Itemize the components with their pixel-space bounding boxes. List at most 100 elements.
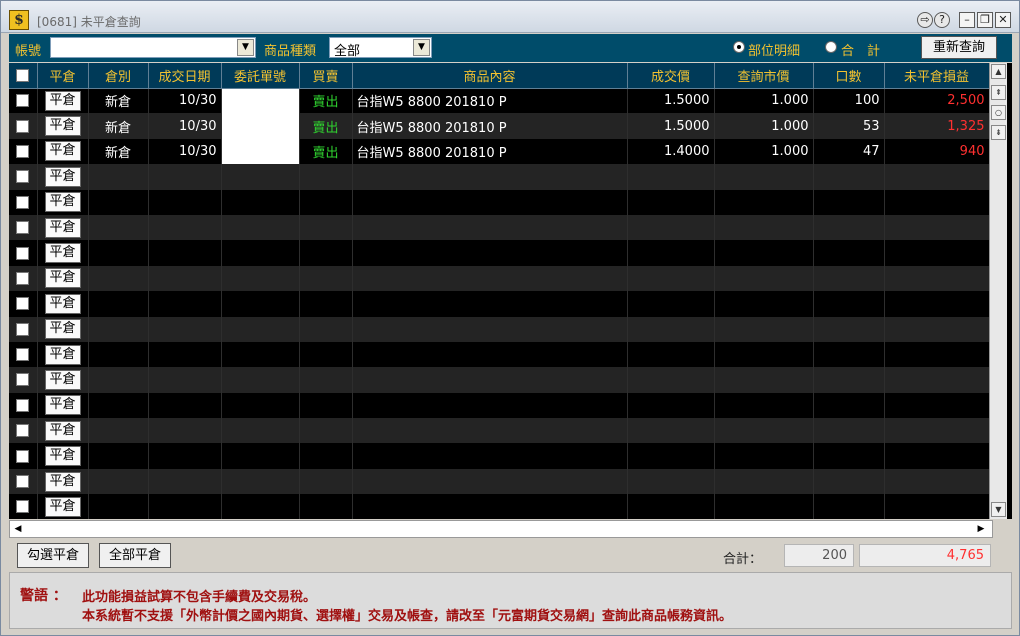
scroll-left-icon[interactable]: ◀ — [11, 522, 25, 536]
vertical-scrollbar[interactable]: ▲ ⇞ ○ ⇟ ▼ — [989, 63, 1007, 519]
close-position-button[interactable]: 平倉 — [44, 369, 81, 390]
page-down-icon[interactable]: ⇟ — [991, 125, 1006, 140]
close-position-button[interactable]: 平倉 — [44, 319, 81, 340]
checkbox-cell[interactable] — [9, 494, 38, 519]
checkbox-cell[interactable] — [9, 392, 38, 419]
cell-product — [352, 189, 628, 215]
close-position-button[interactable]: 平倉 — [44, 268, 81, 289]
close-position-button[interactable]: 平倉 — [44, 395, 81, 416]
close-cell[interactable]: 平倉 — [37, 164, 89, 190]
row-checkbox[interactable] — [16, 322, 30, 336]
close-cell[interactable]: 平倉 — [37, 291, 89, 317]
select-all-checkbox[interactable] — [16, 68, 30, 82]
scroll-home-icon[interactable]: ○ — [991, 105, 1006, 120]
chevron-down-icon[interactable]: ▼ — [237, 39, 254, 56]
close-position-button[interactable]: 平倉 — [44, 471, 81, 492]
close-position-button[interactable]: 平倉 — [44, 90, 81, 111]
maximize-icon[interactable]: ❐ — [977, 12, 993, 28]
checkbox-cell[interactable] — [9, 291, 38, 317]
checkbox-cell[interactable] — [9, 88, 38, 114]
close-cell[interactable]: 平倉 — [37, 189, 89, 215]
table-row: 平倉 — [9, 494, 990, 519]
cell-product — [352, 214, 628, 241]
close-cell[interactable]: 平倉 — [37, 367, 89, 393]
page-up-icon[interactable]: ⇞ — [991, 85, 1006, 100]
checkbox-cell[interactable] — [9, 468, 38, 495]
row-checkbox[interactable] — [16, 271, 30, 285]
export-icon[interactable]: ⇨ — [917, 12, 933, 28]
close-position-button[interactable]: 平倉 — [44, 166, 81, 187]
row-checkbox[interactable] — [16, 373, 30, 387]
scroll-down-icon[interactable]: ▼ — [991, 502, 1006, 517]
row-checkbox[interactable] — [16, 94, 30, 108]
checkbox-cell[interactable] — [9, 443, 38, 469]
close-position-button[interactable]: 平倉 — [44, 420, 81, 441]
select-all-header[interactable] — [9, 63, 38, 89]
refresh-button[interactable]: 重新查詢 — [921, 36, 997, 59]
close-all-button[interactable]: 全部平倉 — [99, 543, 171, 568]
checkbox-cell[interactable] — [9, 138, 38, 165]
radio-total[interactable] — [825, 41, 837, 53]
checkbox-cell[interactable] — [9, 418, 38, 444]
checkbox-cell[interactable] — [9, 265, 38, 292]
checkbox-cell[interactable] — [9, 189, 38, 215]
close-cell[interactable]: 平倉 — [37, 88, 89, 114]
row-checkbox[interactable] — [16, 297, 30, 311]
close-position-button[interactable]: 平倉 — [44, 293, 81, 314]
close-position-button[interactable]: 平倉 — [44, 446, 81, 467]
radio-detail[interactable] — [733, 41, 745, 53]
close-icon[interactable]: ✕ — [995, 12, 1011, 28]
row-checkbox[interactable] — [16, 398, 30, 412]
close-cell[interactable]: 平倉 — [37, 214, 89, 241]
minimize-icon[interactable]: – — [959, 12, 975, 28]
scroll-right-icon[interactable]: ▶ — [974, 522, 988, 536]
product-type-select[interactable]: 全部 ▼ — [329, 37, 432, 59]
checkbox-cell[interactable] — [9, 113, 38, 139]
row-checkbox[interactable] — [16, 221, 30, 235]
row-checkbox[interactable] — [16, 475, 30, 489]
checkbox-cell[interactable] — [9, 164, 38, 190]
col-header: 成交價 — [627, 63, 715, 89]
close-cell[interactable]: 平倉 — [37, 240, 89, 266]
close-position-button[interactable]: 平倉 — [44, 344, 81, 365]
row-checkbox[interactable] — [16, 119, 30, 133]
row-checkbox[interactable] — [16, 170, 30, 184]
close-cell[interactable]: 平倉 — [37, 468, 89, 495]
product-type-value: 全部 — [334, 44, 361, 59]
cell-type — [88, 494, 149, 519]
row-checkbox[interactable] — [16, 500, 30, 514]
close-cell[interactable]: 平倉 — [37, 494, 89, 519]
row-checkbox[interactable] — [16, 246, 30, 260]
close-cell[interactable]: 平倉 — [37, 341, 89, 368]
close-position-button[interactable]: 平倉 — [44, 243, 81, 264]
close-cell[interactable]: 平倉 — [37, 138, 89, 165]
close-position-button[interactable]: 平倉 — [44, 141, 81, 162]
help-icon[interactable]: ? — [934, 12, 950, 28]
row-checkbox[interactable] — [16, 195, 30, 209]
scroll-up-icon[interactable]: ▲ — [991, 64, 1006, 79]
account-select[interactable]: ▼ — [50, 37, 256, 58]
horizontal-scrollbar[interactable]: ◀ ▶ — [9, 520, 993, 538]
close-position-button[interactable]: 平倉 — [44, 116, 81, 137]
checkbox-cell[interactable] — [9, 367, 38, 393]
checkbox-cell[interactable] — [9, 341, 38, 368]
row-checkbox[interactable] — [16, 144, 30, 158]
close-cell[interactable]: 平倉 — [37, 316, 89, 342]
close-position-button[interactable]: 平倉 — [44, 217, 81, 238]
close-cell[interactable]: 平倉 — [37, 443, 89, 469]
row-checkbox[interactable] — [16, 424, 30, 438]
close-position-button[interactable]: 平倉 — [44, 496, 81, 517]
row-checkbox[interactable] — [16, 348, 30, 362]
chevron-down-icon[interactable]: ▼ — [413, 39, 430, 56]
row-checkbox[interactable] — [16, 449, 30, 463]
select-close-button[interactable]: 勾選平倉 — [17, 543, 89, 568]
close-cell[interactable]: 平倉 — [37, 113, 89, 139]
checkbox-cell[interactable] — [9, 316, 38, 342]
close-cell[interactable]: 平倉 — [37, 265, 89, 292]
cell-date — [148, 494, 222, 519]
close-cell[interactable]: 平倉 — [37, 418, 89, 444]
checkbox-cell[interactable] — [9, 214, 38, 241]
close-position-button[interactable]: 平倉 — [44, 192, 81, 213]
close-cell[interactable]: 平倉 — [37, 392, 89, 419]
checkbox-cell[interactable] — [9, 240, 38, 266]
